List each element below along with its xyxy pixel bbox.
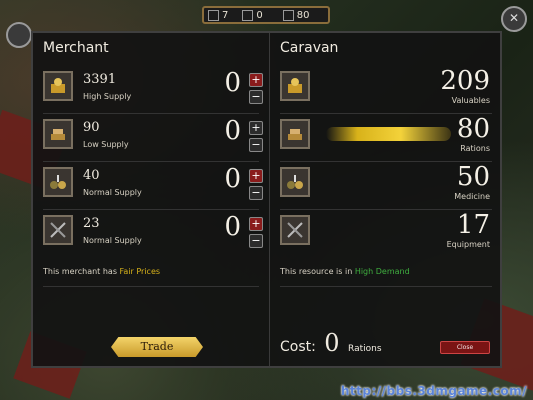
- caravan-row-rations[interactable]: 80 Rations: [280, 114, 502, 159]
- merchant-price-note: This merchant has Fair Prices: [43, 267, 160, 276]
- rations-icon: [280, 119, 310, 149]
- decrease-button[interactable]: −: [249, 90, 263, 104]
- arrows-icon: [208, 9, 219, 21]
- caravan-label: Equipment: [446, 240, 490, 249]
- menu-ornament[interactable]: [6, 22, 32, 48]
- caravan-label: Rations: [460, 144, 490, 153]
- trade-dialog: Merchant 3391 High Supply 0 + − 90 Low S…: [31, 31, 502, 368]
- selection-highlight: [326, 127, 451, 141]
- merchant-supply: Normal Supply: [83, 236, 142, 245]
- resource-value: 7: [222, 9, 229, 21]
- trade-button[interactable]: Trade: [111, 337, 203, 357]
- caravan-demand-note: This resource is in High Demand: [280, 267, 410, 276]
- equipment-icon: [280, 215, 310, 245]
- resource-box: 0: [242, 9, 263, 21]
- row-divider: [43, 209, 259, 210]
- cost-unit: Rations: [348, 344, 382, 354]
- demand-rating: High Demand: [354, 267, 410, 276]
- box-icon: [242, 9, 254, 21]
- merchant-row-medicine: 40 Normal Supply 0 + −: [43, 164, 269, 207]
- row-divider: [43, 113, 259, 114]
- merchant-quantity: 3391: [83, 72, 117, 87]
- watermark: http://bbs.3dmgame.com/: [340, 384, 527, 398]
- increase-button[interactable]: +: [249, 73, 263, 87]
- merchant-quantity: 40: [83, 168, 100, 183]
- resource-bar: 7 0 80: [202, 6, 330, 24]
- caravan-row-equipment[interactable]: 17 Equipment: [280, 210, 502, 255]
- increase-button[interactable]: +: [249, 217, 263, 231]
- panel-divider: [280, 286, 492, 287]
- increase-button[interactable]: +: [249, 169, 263, 183]
- close-button[interactable]: Close: [440, 341, 490, 354]
- decrease-button[interactable]: −: [249, 234, 263, 248]
- valuables-icon: [280, 71, 310, 101]
- price-rating: Fair Prices: [119, 267, 161, 276]
- decrease-button[interactable]: −: [249, 138, 263, 152]
- caravan-amount: 209: [440, 66, 490, 96]
- cost-label: Cost:: [280, 339, 316, 355]
- merchant-supply: Normal Supply: [83, 188, 142, 197]
- decrease-button[interactable]: −: [249, 186, 263, 200]
- medicine-icon: [280, 167, 310, 197]
- caravan-amount: 17: [456, 210, 490, 240]
- trade-amount: 0: [224, 164, 241, 194]
- row-divider: [43, 161, 259, 162]
- caravan-amount: 50: [456, 162, 490, 192]
- trade-amount: 0: [224, 68, 241, 98]
- resource-arrows: 7: [208, 9, 229, 21]
- note-text: This resource is in: [280, 267, 355, 276]
- medicine-icon: [43, 167, 73, 197]
- caravan-panel: Caravan 209 Valuables 80 Rations 50 Medi…: [270, 33, 502, 366]
- merchant-supply: Low Supply: [83, 140, 129, 149]
- note-text: This merchant has: [43, 267, 120, 276]
- caravan-amount: 80: [456, 114, 490, 144]
- caravan-label: Medicine: [454, 192, 490, 201]
- resource-value: 0: [256, 9, 263, 21]
- merchant-panel: Merchant 3391 High Supply 0 + − 90 Low S…: [33, 33, 270, 366]
- merchant-quantity: 90: [83, 120, 100, 135]
- caravan-title: Caravan: [280, 40, 339, 56]
- rations-icon: [43, 119, 73, 149]
- increase-button[interactable]: +: [249, 121, 263, 135]
- crossed-swords-icon: ✕: [508, 11, 520, 25]
- resource-rations: 80: [282, 9, 310, 21]
- trade-cost: Cost: 0 Rations: [280, 329, 382, 357]
- merchant-title: Merchant: [43, 40, 109, 56]
- merchant-row-equipment: 23 Normal Supply 0 + −: [43, 212, 269, 255]
- valuables-icon: [43, 71, 73, 101]
- merchant-supply: High Supply: [83, 92, 132, 101]
- rations-icon: [282, 9, 294, 21]
- merchant-row-rations: 90 Low Supply 0 + −: [43, 116, 269, 159]
- merchant-row-valuables: 3391 High Supply 0 + −: [43, 68, 269, 111]
- trade-amount: 0: [224, 212, 241, 242]
- equipment-icon: [43, 215, 73, 245]
- caravan-row-medicine[interactable]: 50 Medicine: [280, 162, 502, 207]
- trade-amount: 0: [224, 116, 241, 146]
- cost-value: 0: [324, 329, 340, 357]
- options-button[interactable]: ✕: [501, 6, 527, 32]
- resource-value: 80: [296, 9, 310, 21]
- caravan-row-valuables[interactable]: 209 Valuables: [280, 66, 502, 111]
- caravan-label: Valuables: [451, 96, 490, 105]
- merchant-quantity: 23: [83, 216, 100, 231]
- panel-divider: [43, 286, 259, 287]
